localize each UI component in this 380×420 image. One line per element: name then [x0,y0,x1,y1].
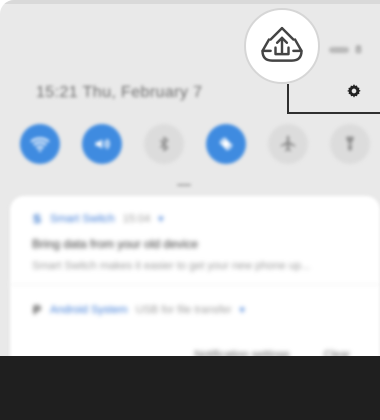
notification-app-name: Android System [50,304,128,316]
callout-leader-line [287,84,289,114]
flashlight-icon [346,136,354,151]
notification-title[interactable]: Bring data from your old device [32,237,198,251]
settings-recycle-icon [261,26,303,62]
settings-callout [244,8,320,84]
status-indicator [329,47,350,53]
wifi-icon [30,137,50,152]
notifications-content: S Smart Switch 15:04 ▾ Bring data from y… [10,196,380,372]
quick-setting-airplane[interactable] [268,124,308,164]
status-bar-right: 8 [329,44,362,56]
quick-setting-wifi[interactable] [20,124,60,164]
callout-leader-line [287,112,380,114]
quick-setting-flashlight[interactable] [330,124,370,164]
notifications-card: S Smart Switch 15:04 ▾ Bring data from y… [10,196,380,372]
bluetooth-icon [159,136,169,152]
notification-divider [10,284,380,285]
quick-setting-sound[interactable] [82,124,122,164]
notification-panel: 8 15:21 Thu, February 7 S Smart Switch 1… [0,0,380,420]
notification-time: 15:04 [122,213,151,225]
battery-label: 8 [355,44,362,56]
quick-settings-row [10,124,370,172]
notification-header: S Smart Switch 15:04 ▾ [32,212,163,226]
date-time: 15:21 Thu, February 7 [36,84,203,101]
airplane-icon [280,135,296,152]
android-system-app-icon: P [32,303,41,317]
panel-drag-handle[interactable] [177,184,191,186]
notification-app-name: Smart Switch [50,213,115,225]
quick-setting-bluetooth[interactable] [144,124,184,164]
chevron-down-icon[interactable]: ▾ [240,305,245,316]
auto-rotate-icon [219,137,233,151]
gear-icon[interactable] [345,82,363,100]
volume-icon [95,139,110,149]
bottom-area [0,356,380,420]
notification-subtitle: USB for file transfer [135,304,232,316]
screenshot-frame: 8 15:21 Thu, February 7 S Smart Switch 1… [0,0,380,420]
smart-switch-app-icon: S [32,212,41,226]
notification-text[interactable]: Smart Switch makes it easier to get your… [32,260,310,272]
chevron-down-icon[interactable]: ▾ [158,214,163,225]
quick-setting-auto-rotate[interactable] [206,124,246,164]
notification-row[interactable]: P Android System USB for file transfer ▾ [32,303,245,317]
